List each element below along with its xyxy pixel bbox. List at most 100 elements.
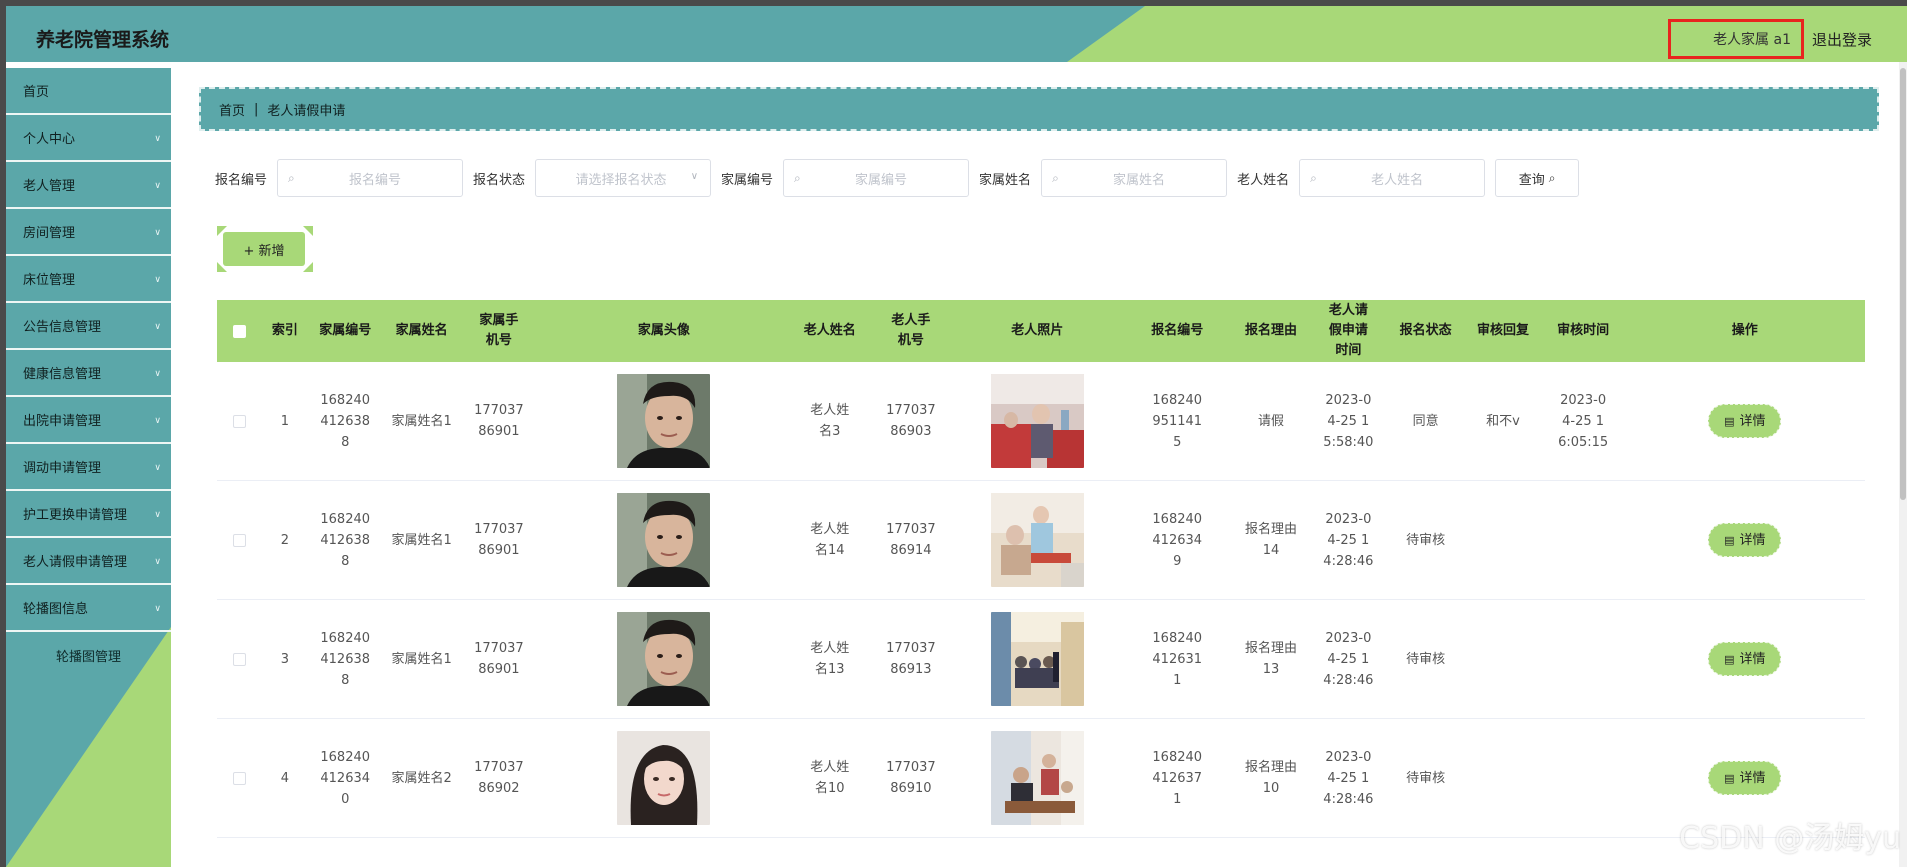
cell-apply-no: 1682404126349 bbox=[1152, 511, 1203, 569]
scrollbar[interactable] bbox=[1899, 62, 1907, 867]
chevron-down-icon: ∨ bbox=[690, 171, 699, 182]
cell-family-no: 1682404126388 bbox=[320, 392, 371, 450]
table-cell bbox=[952, 374, 1122, 468]
sidebar-item-2[interactable]: 老人管理 ∨ bbox=[6, 162, 171, 209]
cell-elder-name: 老人姓名14 bbox=[810, 522, 850, 558]
query-button[interactable]: 查询 ⌕ bbox=[1495, 159, 1580, 197]
chevron-down-icon: ∨ bbox=[154, 557, 161, 567]
row-checkbox[interactable] bbox=[233, 652, 247, 666]
logout-link[interactable]: 退出登录 bbox=[1812, 29, 1872, 50]
table-cell: 17703786910 bbox=[869, 757, 952, 799]
add-button[interactable]: + 新增 bbox=[223, 232, 305, 266]
sidebar-item-8[interactable]: 调动申请管理 ∨ bbox=[6, 444, 171, 491]
column-header: 家属头像 bbox=[538, 321, 791, 341]
column-header-label: 家属手机号 bbox=[479, 313, 519, 348]
sidebar-item-label: 护工更换申请管理 bbox=[23, 508, 128, 523]
sidebar-item-6[interactable]: 健康信息管理 ∨ bbox=[6, 350, 171, 397]
column-header-label: 老人姓名 bbox=[803, 323, 856, 338]
cell-index: 4 bbox=[280, 770, 290, 786]
table-cell: 1682404126349 bbox=[1122, 509, 1232, 572]
elder-name-placeholder: 老人姓名 bbox=[1371, 172, 1424, 188]
row-checkbox[interactable] bbox=[233, 414, 247, 428]
sidebar-item-label: 公告信息管理 bbox=[23, 320, 102, 335]
table-cell: 2023-04-25 14:28:46 bbox=[1310, 628, 1387, 691]
table-row[interactable]: 2 1682404126388 家属姓名1 17703786901 老人姓名14 1770… bbox=[217, 481, 1865, 600]
chevron-down-icon: ∨ bbox=[154, 463, 161, 473]
sidebar-item-label: 床位管理 bbox=[23, 273, 76, 288]
breadcrumb: 首页 | 老人请假申请 bbox=[199, 87, 1879, 131]
leave-request-table: 索引 家属编号 家属姓名 家属手机号 家属头像 老人姓名 老人手机号 老人照片 报名编号 报名理由… bbox=[217, 300, 1865, 838]
row-select-cell bbox=[217, 533, 262, 547]
breadcrumb-home[interactable]: 首页 bbox=[219, 100, 245, 119]
chevron-down-icon: ∨ bbox=[154, 134, 161, 144]
cell-family-phone: 17703786901 bbox=[474, 641, 524, 677]
elder-name-input[interactable]: ⌕ 老人姓名 bbox=[1299, 159, 1486, 197]
row-checkbox[interactable] bbox=[233, 533, 247, 547]
cell-apply-no: 1682404126371 bbox=[1152, 749, 1203, 807]
cell-family-phone: 17703786901 bbox=[474, 522, 524, 558]
sidebar: 首页 个人中心 ∨ 老人管理 ∨ 房间管理 ∨ 床位管理 ∨ 公告信息管理 ∨ 健康信息管理 ∨ 出院申请… bbox=[6, 68, 171, 867]
cell-apply-no: 1682409511415 bbox=[1152, 392, 1203, 450]
column-header: 家属姓名 bbox=[383, 321, 460, 341]
detail-label: 详情 bbox=[1739, 770, 1766, 786]
family-name-input[interactable]: ⌕ 家属姓名 bbox=[1041, 159, 1228, 197]
table-cell: 家属姓名2 bbox=[383, 768, 460, 789]
row-checkbox[interactable] bbox=[233, 771, 247, 785]
column-header-label: 审核回复 bbox=[1476, 323, 1529, 338]
cell-family-name: 家属姓名1 bbox=[391, 532, 452, 548]
query-label: 查询 bbox=[1518, 172, 1545, 188]
select-all-checkbox[interactable] bbox=[233, 324, 247, 338]
detail-button[interactable]: ▤ 详情 bbox=[1708, 761, 1782, 795]
table-cell: 1682404126340 bbox=[308, 747, 383, 810]
sidebar-item-label: 个人中心 bbox=[23, 132, 76, 147]
sidebar-item-3[interactable]: 房间管理 ∨ bbox=[6, 209, 171, 256]
sidebar-item-7[interactable]: 出院申请管理 ∨ bbox=[6, 397, 171, 444]
sidebar-item-9[interactable]: 护工更换申请管理 ∨ bbox=[6, 491, 171, 538]
table-row[interactable]: 1 1682404126388 家属姓名1 17703786901 老人姓名3 17703… bbox=[217, 362, 1865, 481]
sidebar-subitem-label: 轮播图管理 bbox=[56, 649, 122, 665]
column-header: 老人姓名 bbox=[790, 321, 869, 341]
family-avatar-image bbox=[617, 731, 711, 825]
sidebar-subitem-0[interactable]: 轮播图管理 bbox=[6, 632, 171, 678]
detail-button[interactable]: ▤ 详情 bbox=[1708, 404, 1782, 438]
sidebar-item-5[interactable]: 公告信息管理 ∨ bbox=[6, 303, 171, 350]
column-header: 家属编号 bbox=[308, 321, 383, 341]
detail-button[interactable]: ▤ 详情 bbox=[1708, 642, 1782, 676]
sidebar-item-label: 老人管理 bbox=[23, 179, 76, 194]
table-header: 索引 家属编号 家属姓名 家属手机号 家属头像 老人姓名 老人手机号 老人照片 报名编号 报名理由… bbox=[217, 300, 1865, 362]
sidebar-item-10[interactable]: 老人请假申请管理 ∨ bbox=[6, 538, 171, 585]
cell-family-name: 家属姓名2 bbox=[391, 770, 452, 786]
sidebar-item-0[interactable]: 首页 bbox=[6, 68, 171, 115]
column-header-label: 报名理由 bbox=[1245, 323, 1298, 338]
search-icon: ⌕ bbox=[1052, 170, 1059, 185]
scrollbar-thumb[interactable] bbox=[1900, 68, 1906, 500]
family-no-input[interactable]: ⌕ 家属编号 bbox=[783, 159, 970, 197]
sidebar-item-4[interactable]: 床位管理 ∨ bbox=[6, 256, 171, 303]
cell-apply-time: 2023-04-25 14:28:46 bbox=[1323, 630, 1374, 688]
select-all-cell bbox=[217, 324, 262, 338]
status-select[interactable]: 请选择报名状态 ∨ bbox=[535, 159, 712, 197]
sidebar-item-11[interactable]: 轮播图信息 ∨ bbox=[6, 585, 171, 632]
cell-status: 待审核 bbox=[1406, 651, 1446, 667]
column-header: 报名状态 bbox=[1387, 321, 1464, 341]
table-cell bbox=[538, 731, 791, 825]
row-select-cell bbox=[217, 652, 262, 666]
sidebar-item-label: 首页 bbox=[23, 85, 50, 100]
column-header: 审核时间 bbox=[1542, 321, 1625, 341]
apply-no-input[interactable]: ⌕ 报名编号 bbox=[277, 159, 464, 197]
column-header-label: 操作 bbox=[1731, 323, 1758, 338]
family-avatar-image bbox=[617, 374, 711, 468]
table-cell: 家属姓名1 bbox=[383, 530, 460, 551]
detail-button[interactable]: ▤ 详情 bbox=[1708, 523, 1782, 557]
cell-index: 2 bbox=[280, 532, 290, 548]
column-header: 报名编号 bbox=[1122, 321, 1232, 341]
document-icon: ▤ bbox=[1724, 414, 1735, 428]
table-row[interactable]: 3 1682404126388 家属姓名1 17703786901 老人姓名13 1770… bbox=[217, 600, 1865, 719]
document-icon: ▤ bbox=[1724, 533, 1735, 547]
cell-elder-phone: 17703786910 bbox=[886, 760, 936, 796]
sidebar-item-1[interactable]: 个人中心 ∨ bbox=[6, 115, 171, 162]
table-row[interactable]: 4 1682404126340 家属姓名2 17703786902 老人姓名10 1770… bbox=[217, 719, 1865, 838]
breadcrumb-current: 老人请假申请 bbox=[267, 103, 346, 119]
table-cell: 报名理由13 bbox=[1232, 638, 1309, 680]
table-cell: 1682404126311 bbox=[1122, 628, 1232, 691]
